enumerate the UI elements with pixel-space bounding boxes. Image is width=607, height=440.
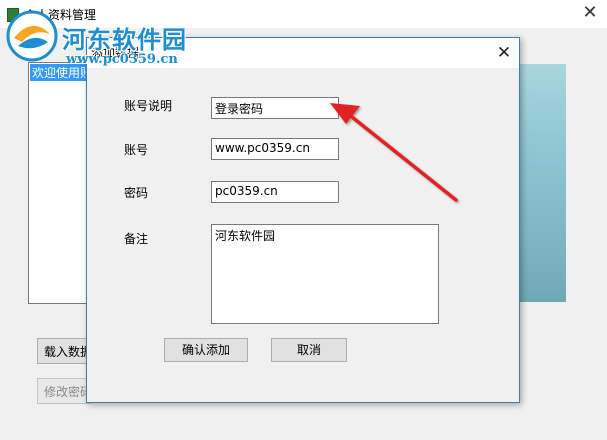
main-close-icon[interactable]: ✕ (575, 2, 605, 24)
account-input[interactable]: www.pc0359.cn (211, 138, 339, 160)
watermark-url: www.pc0359.cn (66, 52, 178, 67)
watermark-brand: 河东软件园 (62, 26, 187, 54)
add-data-dialog: 添加数据 ✕ 账号说明 登录密码 账号 www.pc0359.cn 密码 pc0… (86, 37, 520, 403)
load-data-label: 载入数据 (44, 345, 93, 359)
notes-label: 备注 (124, 232, 149, 246)
decorative-image (516, 64, 566, 302)
password-label: 密码 (124, 186, 149, 200)
watermark-logo-icon (6, 10, 58, 62)
welcome-list[interactable]: 欢迎使用账 (28, 62, 95, 304)
account-desc-input[interactable]: 登录密码 (211, 97, 339, 119)
confirm-add-button[interactable]: 确认添加 (164, 338, 248, 362)
password-input[interactable]: pc0359.cn (211, 181, 339, 203)
account-label: 账号 (124, 143, 149, 157)
close-icon[interactable]: ✕ (491, 41, 517, 65)
modify-password-label: 修改密码 (44, 385, 93, 399)
notes-textarea[interactable]: 河东软件园 (211, 224, 439, 324)
load-data-button[interactable]: 载入数据 (37, 338, 93, 364)
modify-password-button: 修改密码 (37, 378, 93, 404)
account-desc-label: 账号说明 (124, 99, 173, 113)
cancel-button[interactable]: 取消 (271, 338, 347, 362)
watermark-logo: 河东软件园 www.pc0359.cn (4, 8, 214, 68)
